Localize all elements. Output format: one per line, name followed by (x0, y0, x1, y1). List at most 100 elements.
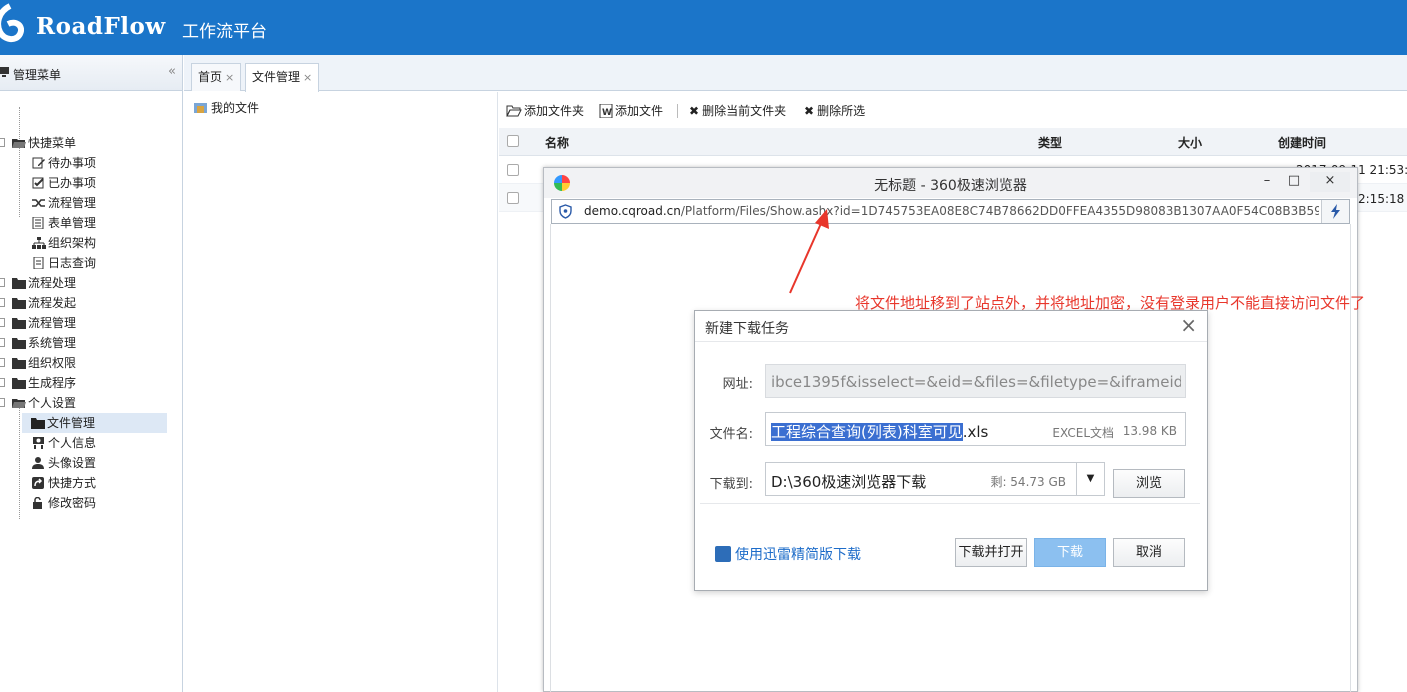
menu-item-flow-admin[interactable]: 流程管理 (12, 313, 76, 333)
menu-item-password[interactable]: 修改密码 (32, 493, 96, 513)
menu-item-label: 流程管理 (48, 196, 97, 210)
tree-expander[interactable] (0, 298, 5, 307)
menu-item-label: 组织权限 (28, 356, 77, 370)
menu-item-shortcuts[interactable]: 快捷菜单 (12, 133, 76, 153)
column-header-name[interactable]: 名称 (545, 134, 569, 151)
tree-expander[interactable] (0, 398, 5, 407)
delete-icon: ✖ (689, 104, 700, 118)
user-icon (32, 457, 44, 469)
menu-item-todo[interactable]: 待办事项 (32, 153, 96, 173)
download-button[interactable]: 下载 (1034, 538, 1106, 567)
brand-subtitle: 工作流平台 (182, 22, 267, 42)
row-checkbox[interactable] (507, 192, 519, 204)
menu-item-shortcut[interactable]: 快捷方式 (32, 473, 96, 493)
tab-bar: 首页 × 文件管理 × (184, 55, 1407, 92)
select-all-checkbox[interactable] (507, 135, 519, 147)
file-size: 13.98 KB (1122, 424, 1177, 438)
svg-text:W: W (602, 108, 612, 118)
word-file-icon: W (599, 104, 613, 118)
folder-open-icon (12, 139, 26, 148)
tab-file-manage[interactable]: 文件管理 × (245, 63, 320, 92)
menu-item-flow-process[interactable]: 流程处理 (12, 273, 76, 293)
tab-label: 首页 (198, 70, 223, 84)
menu-item-form-manage[interactable]: 表单管理 (32, 213, 96, 233)
tab-close-icon[interactable]: × (225, 71, 234, 84)
delete-selected-button[interactable]: ✖ 删除所选 (804, 102, 865, 119)
add-folder-button[interactable]: 添加文件夹 (506, 102, 584, 119)
tab-close-icon[interactable]: × (303, 71, 312, 84)
folder-icon (12, 338, 26, 349)
sidebar-collapse-button[interactable]: « (168, 64, 176, 79)
file-tree-panel: 我的文件 (184, 92, 498, 692)
folder-icon (12, 358, 26, 369)
menu-item-avatar[interactable]: 头像设置 (32, 453, 96, 473)
menu-item-profile[interactable]: 个人信息 (32, 433, 96, 453)
url-label: 网址: (722, 377, 753, 392)
tab-home[interactable]: 首页 × (191, 63, 242, 91)
column-header-size[interactable]: 大小 (1178, 134, 1202, 151)
tree-expander[interactable] (0, 278, 5, 287)
delete-folder-label: 删除当前文件夹 (702, 104, 787, 118)
menu-item-org[interactable]: 组织架构 (32, 233, 96, 253)
menu-item-system[interactable]: 系统管理 (12, 333, 76, 353)
column-header-type[interactable]: 类型 (1038, 134, 1062, 151)
file-type: EXCEL文档 (1052, 426, 1114, 440)
menu-item-permissions[interactable]: 组织权限 (12, 353, 76, 373)
address-bar[interactable]: demo.cqroad.cn/Platform/Files/Show.ashx?… (551, 199, 1350, 224)
log-icon (33, 257, 44, 269)
save-path-field[interactable]: D:\360极速浏览器下载 剩: 54.73 GB ▼ (765, 462, 1105, 496)
delete-folder-button[interactable]: ✖ 删除当前文件夹 (689, 102, 786, 119)
tree-expander[interactable] (0, 358, 5, 367)
menu-item-flow-start[interactable]: 流程发起 (12, 293, 76, 313)
speed-mode-button[interactable] (1321, 200, 1349, 223)
row-checkbox[interactable] (507, 164, 519, 176)
menu-item-label: 头像设置 (48, 456, 97, 470)
menu-item-flow-manage[interactable]: 流程管理 (32, 193, 96, 213)
url-host: demo.cqroad.cn (584, 204, 681, 218)
filename-field[interactable]: 工程综合查询(列表)科室可见.xls EXCEL文档 13.98 KB (765, 412, 1186, 446)
browser-title: 无标题 - 360极速浏览器 (874, 178, 1027, 194)
folder-open-icon (506, 105, 522, 117)
toolbar-divider (677, 104, 678, 118)
column-header-created[interactable]: 创建时间 (1278, 134, 1326, 151)
menu-item-label: 修改密码 (48, 496, 97, 510)
tree-expander[interactable] (0, 338, 5, 347)
sidebar-title: 管理菜单 (13, 68, 62, 82)
dialog-title: 新建下载任务 (705, 321, 789, 337)
save-path-value: D:\360极速浏览器下载 (771, 473, 927, 491)
minimize-button[interactable]: – (1255, 172, 1279, 192)
file-tree-root[interactable]: 我的文件 (194, 99, 259, 116)
file-toolbar: 添加文件夹 W 添加文件 ✖ 删除当前文件夹 ✖ 删除所选 (499, 92, 1407, 126)
tree-expander[interactable] (0, 138, 5, 147)
menu-item-label: 已办事项 (48, 176, 97, 190)
menu-item-codegen[interactable]: 生成程序 (12, 373, 76, 393)
menu-item-file-manage[interactable]: 文件管理 (22, 413, 167, 433)
tree-guide-line (19, 407, 20, 519)
sidebar: 管理菜单 « 快捷菜单 待办事项 已办事项 流程管理 表单管理 组织架构 日志查… (0, 55, 183, 692)
tree-expander[interactable] (0, 318, 5, 327)
download-and-open-button[interactable]: 下载并打开 (955, 538, 1027, 567)
cancel-button[interactable]: 取消 (1113, 538, 1185, 567)
browse-button[interactable]: 浏览 (1113, 469, 1185, 498)
chevron-down-icon[interactable]: ▼ (1076, 463, 1104, 495)
check-square-icon (32, 177, 44, 189)
close-button[interactable]: × (1310, 172, 1350, 192)
dialog-close-icon[interactable]: × (1180, 313, 1197, 337)
shortcut-icon (32, 477, 44, 489)
tree-expander[interactable] (0, 378, 5, 387)
user-card-icon (33, 437, 44, 449)
menu-item-label: 生成程序 (28, 376, 77, 390)
download-url-field[interactable]: ibce1395f&isselect=&eid=&files=&filetype… (765, 364, 1186, 398)
xunlei-download-link[interactable]: 使用迅雷精简版下载 (715, 544, 861, 564)
address-url[interactable]: demo.cqroad.cn/Platform/Files/Show.ashx?… (584, 204, 1319, 218)
maximize-button[interactable]: □ (1282, 172, 1306, 192)
brand-name: RoadFlow (36, 13, 166, 40)
shuffle-icon (32, 199, 45, 207)
menu-item-log[interactable]: 日志查询 (32, 253, 96, 273)
add-file-button[interactable]: W 添加文件 (599, 102, 663, 119)
org-chart-icon (32, 237, 46, 249)
download-url-value: ibce1395f&isselect=&eid=&files=&filetype… (771, 373, 1181, 391)
menu-item-done[interactable]: 已办事项 (32, 173, 96, 193)
menu-item-personal[interactable]: 个人设置 (12, 393, 76, 413)
roadflow-logo-icon (0, 3, 24, 42)
